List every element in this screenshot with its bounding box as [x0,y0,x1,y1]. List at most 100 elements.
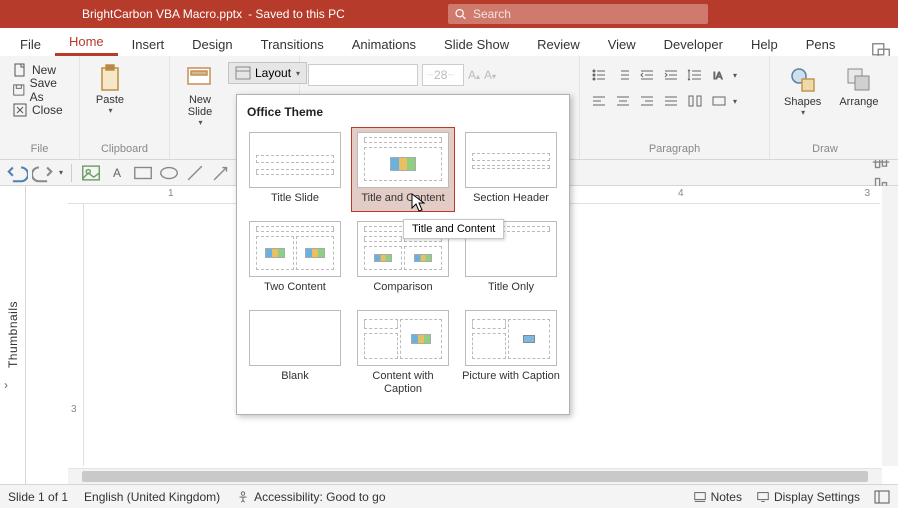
notes-button[interactable]: Notes [693,490,742,504]
layout-two-content[interactable]: Two Content [243,216,347,301]
increase-font-button[interactable]: A▴ [468,68,480,82]
line-icon [184,162,206,184]
qat-arrow-button[interactable] [210,162,232,184]
picture-icon [80,162,102,184]
chevron-down-icon: ▾ [733,71,737,80]
tab-developer[interactable]: Developer [650,31,737,56]
group-label-paragraph: Paragraph [580,143,769,155]
line-spacing-button[interactable] [684,64,706,86]
layout-gallery: Office Theme Title Slide Title and Conte… [236,94,570,415]
decrease-font-button[interactable]: A▾ [484,68,496,82]
font-family-select[interactable] [308,64,418,86]
arrow-icon [210,162,232,184]
bullets-button[interactable] [588,64,610,86]
justify-button[interactable] [660,90,682,112]
layout-title-slide[interactable]: Title Slide [243,127,347,212]
new-slide-icon [184,62,216,94]
layout-section-header[interactable]: Section Header [459,127,563,212]
accessibility-button[interactable]: Accessibility: Good to go [236,490,385,504]
numbering-icon [615,67,631,83]
slide-counter[interactable]: Slide 1 of 1 [8,490,68,504]
undo-icon [6,162,28,184]
ribbon-tabs: File Home Insert Design Transitions Anim… [0,28,898,56]
tab-view[interactable]: View [594,31,650,56]
svg-text:IA: IA [713,71,723,82]
tab-help[interactable]: Help [737,31,792,56]
tab-slideshow[interactable]: Slide Show [430,31,523,56]
align-center-icon [615,93,631,109]
qat-text-button[interactable]: A [106,162,128,184]
tab-design[interactable]: Design [178,31,246,56]
shapes-button[interactable]: Shapes▾ [778,62,827,119]
ruler-vertical: 3 [68,204,84,466]
undo-button[interactable] [6,162,28,184]
close-button[interactable]: Close [8,100,71,120]
align-left-icon [591,93,607,109]
arrange-icon [843,64,875,96]
increase-indent-button[interactable] [660,64,682,86]
search-icon [454,7,467,21]
numbering-button[interactable] [612,64,634,86]
clipboard-icon [94,62,126,94]
redo-button[interactable] [32,162,54,184]
bullets-icon [591,67,607,83]
smartart-button[interactable] [708,90,730,112]
monitor-icon [756,490,770,504]
chevron-down-icon: ▾ [59,168,63,177]
saveas-button[interactable]: Save As [8,80,71,100]
layout-icon [235,65,251,81]
layout-blank[interactable]: Blank [243,305,347,402]
display-settings-button[interactable]: Display Settings [756,490,860,504]
indent-icon [663,67,679,83]
search-box[interactable] [448,4,708,24]
scrollbar-vertical[interactable] [882,186,898,466]
group-drawing: Shapes▾ Arrange Draw [770,56,880,159]
outdent-icon [639,67,655,83]
scroll-thumb[interactable] [82,471,868,482]
layout-title-and-content[interactable]: Title and Content [351,127,455,212]
qat-rect-button[interactable] [132,162,154,184]
qat-image-button[interactable] [80,162,102,184]
status-bar: Slide 1 of 1 English (United Kingdom) Ac… [0,484,898,508]
person-icon [236,490,250,504]
chevron-down-icon: ▾ [198,118,202,127]
save-icon [12,82,26,98]
language-button[interactable]: English (United Kingdom) [84,490,220,504]
group-paragraph: IA ▾ ▾ Paragraph [580,56,770,159]
layout-picture-with-caption[interactable]: Picture with Caption [459,305,563,402]
document-title: BrightCarbon VBA Macro.pptx [0,7,242,21]
paste-button[interactable]: Paste▾ [88,60,132,117]
chevron-down-icon: ▾ [733,97,737,106]
decrease-indent-button[interactable] [636,64,658,86]
text-direction-button[interactable]: IA [708,64,730,86]
tab-file[interactable]: File [6,31,55,56]
qat-line-button[interactable] [184,162,206,184]
search-input[interactable] [473,7,702,21]
rect-icon [132,162,154,184]
close-icon [12,102,28,118]
justify-icon [663,93,679,109]
tab-pens[interactable]: Pens [792,31,850,56]
scrollbar-horizontal[interactable] [68,468,882,484]
qat-oval-button[interactable] [158,162,180,184]
expand-icon[interactable]: › [4,378,8,392]
align-center-button[interactable] [612,90,634,112]
arrange-button[interactable]: Arrange [833,62,884,119]
layout-content-with-caption[interactable]: Content with Caption [351,305,455,402]
tab-insert[interactable]: Insert [118,31,179,56]
tab-review[interactable]: Review [523,31,594,56]
align-left-button[interactable] [588,90,610,112]
thumbnails-pane[interactable]: › Thumbnails [0,186,26,484]
tab-home[interactable]: Home [55,28,118,56]
font-size-select[interactable]: ~28~ [422,64,464,86]
layout-button[interactable]: Layout▾ [228,62,307,84]
group-label-file: File [0,143,79,155]
new-slide-button[interactable]: New Slide▾ [178,60,222,129]
tab-transitions[interactable]: Transitions [247,31,338,56]
align-right-icon [639,93,655,109]
title-bar: BrightCarbon VBA Macro.pptx - Saved to t… [0,0,898,28]
align-right-button[interactable] [636,90,658,112]
columns-button[interactable] [684,90,706,112]
view-normal-button[interactable] [874,490,890,504]
tab-animations[interactable]: Animations [338,31,430,56]
